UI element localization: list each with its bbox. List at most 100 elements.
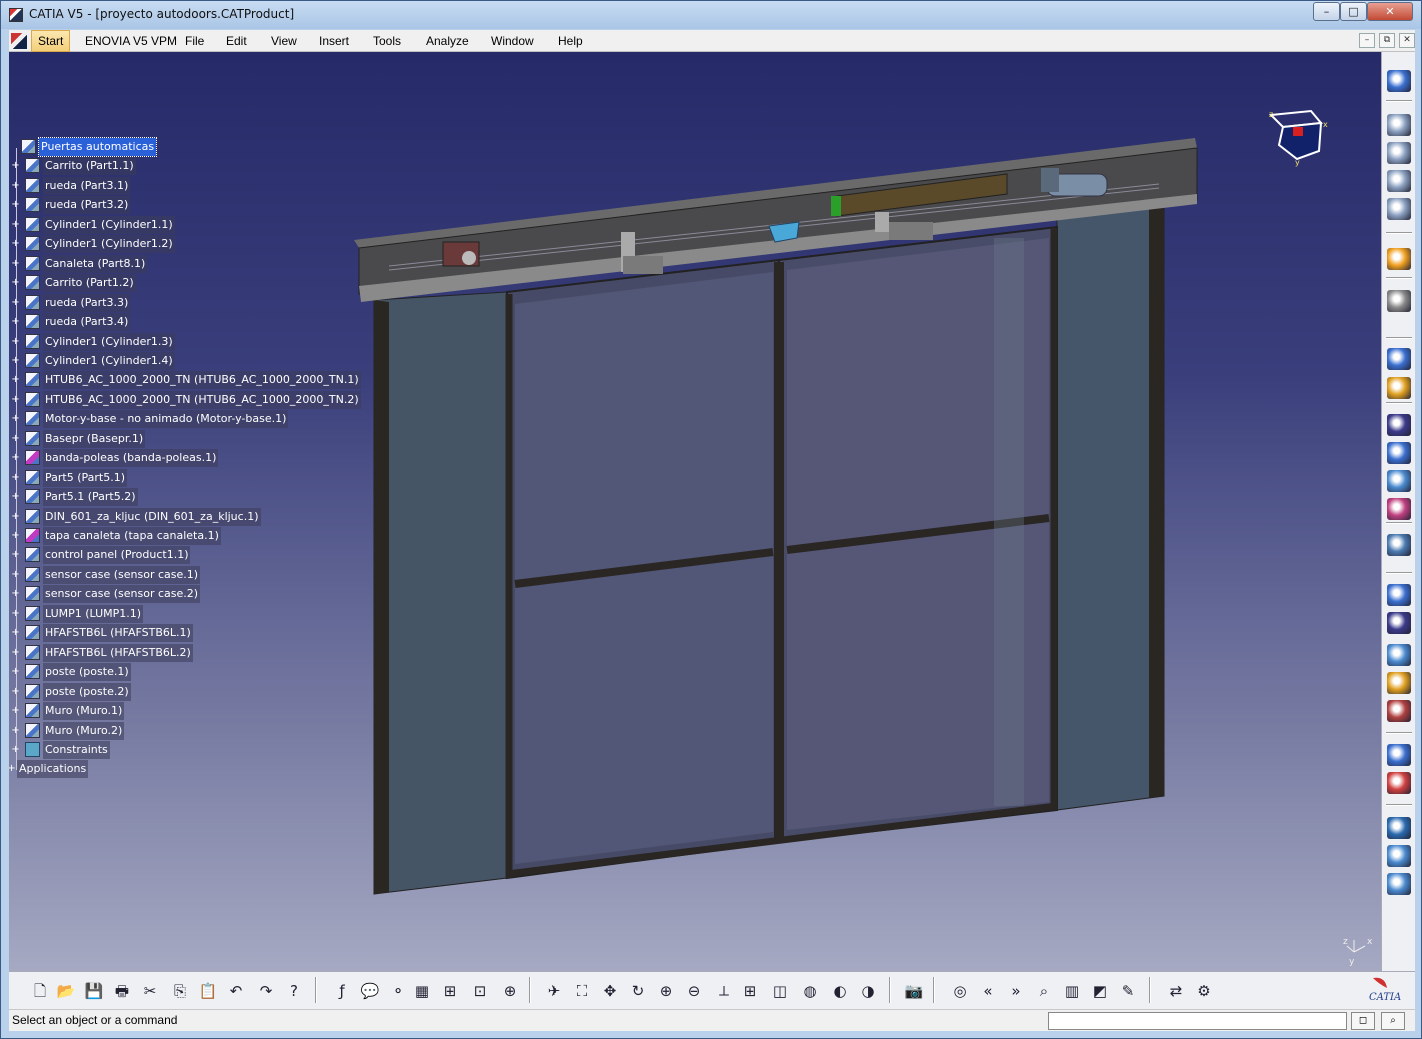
- select-icon[interactable]: [1387, 248, 1411, 270]
- search-icon[interactable]: ⌕: [1033, 980, 1055, 1002]
- compare-icon[interactable]: ⇄: [1165, 980, 1187, 1002]
- menu-view[interactable]: View: [265, 30, 303, 52]
- fly-mode-icon[interactable]: ✈: [543, 980, 565, 1002]
- expand-icon[interactable]: +: [11, 687, 20, 697]
- expand-icon[interactable]: +: [11, 745, 20, 755]
- render-icon[interactable]: ◩: [1089, 980, 1111, 1002]
- hide-show-icon[interactable]: ◐: [829, 980, 851, 1002]
- expand-icon[interactable]: +: [11, 628, 20, 638]
- next-icon[interactable]: »: [1005, 980, 1027, 1002]
- multi-view-icon[interactable]: ⊞: [739, 980, 761, 1002]
- mdi-close-button[interactable]: ✕: [1399, 33, 1415, 48]
- compass-widget[interactable]: z x y: [1261, 107, 1331, 167]
- offset-icon[interactable]: [1387, 498, 1411, 520]
- swap-visible-icon[interactable]: ◑: [857, 980, 879, 1002]
- expand-icon[interactable]: +: [11, 220, 20, 230]
- zoom-out-icon[interactable]: ⊖: [683, 980, 705, 1002]
- product-structure-icon[interactable]: ⊞: [439, 980, 461, 1002]
- new-icon[interactable]: 🗋: [29, 980, 51, 1002]
- expand-icon[interactable]: +: [11, 512, 20, 522]
- redo-icon[interactable]: ↷: [255, 980, 277, 1002]
- expand-icon[interactable]: +: [11, 589, 20, 599]
- maximize-button[interactable]: □: [1340, 2, 1367, 21]
- expand-icon[interactable]: +: [11, 414, 20, 424]
- expand-icon[interactable]: +: [11, 570, 20, 580]
- expand-icon[interactable]: +: [11, 181, 20, 191]
- measure-icon[interactable]: ⊕: [499, 980, 521, 1002]
- select-mode-icon[interactable]: [1387, 290, 1411, 312]
- menu-edit[interactable]: Edit: [220, 30, 253, 52]
- expand-icon[interactable]: +: [11, 356, 20, 366]
- new-product-icon[interactable]: [1387, 142, 1411, 164]
- catia-app-icon[interactable]: [9, 8, 23, 22]
- expand-icon[interactable]: +: [11, 239, 20, 249]
- clash-icon[interactable]: [1387, 612, 1411, 634]
- rotate-icon[interactable]: ↻: [627, 980, 649, 1002]
- expand-icon[interactable]: +: [11, 473, 20, 483]
- catalog-icon[interactable]: [1387, 845, 1411, 867]
- expand-icon[interactable]: +: [11, 395, 20, 405]
- menu-analyze[interactable]: Analyze: [420, 30, 475, 52]
- fit-all-icon[interactable]: ⛶: [571, 980, 593, 1002]
- expand-icon[interactable]: +: [11, 667, 20, 677]
- isometric-view-icon[interactable]: ◫: [769, 980, 791, 1002]
- mdi-minimize-button[interactable]: –: [1359, 33, 1375, 48]
- formula-icon[interactable]: ƒ: [331, 980, 353, 1002]
- existing-component-icon[interactable]: [1387, 198, 1411, 220]
- new-part-icon[interactable]: [1387, 170, 1411, 192]
- explode-icon[interactable]: [1387, 414, 1411, 436]
- compass-icon[interactable]: ◎: [949, 980, 971, 1002]
- expand-icon[interactable]: +: [11, 726, 20, 736]
- light-icon[interactable]: ⚬: [387, 980, 409, 1002]
- expand-icon[interactable]: +: [11, 492, 20, 502]
- shading-icon[interactable]: ◍: [799, 980, 821, 1002]
- scene-icon[interactable]: [1387, 817, 1411, 839]
- mdi-restore-button[interactable]: ⧉: [1379, 33, 1395, 48]
- cut-icon[interactable]: ✂: [139, 980, 161, 1002]
- command-input[interactable]: [1048, 1012, 1347, 1030]
- expand-icon[interactable]: +: [11, 706, 20, 716]
- knowledge-icon[interactable]: 💬: [359, 980, 381, 1002]
- expand-icon[interactable]: +: [11, 434, 20, 444]
- previous-icon[interactable]: «: [977, 980, 999, 1002]
- fly-icon[interactable]: [1387, 70, 1411, 92]
- 3d-viewport[interactable]: z x y z x y Puertas automaticas + Carrito …: [9, 52, 1381, 971]
- expand-icon[interactable]: +: [11, 161, 20, 171]
- undo-icon[interactable]: ↶: [225, 980, 247, 1002]
- tools-icon[interactable]: ⚙: [1193, 980, 1215, 1002]
- menu-help[interactable]: Help: [552, 30, 589, 52]
- camera-icon[interactable]: 📷: [903, 980, 925, 1002]
- new-component-icon[interactable]: [1387, 114, 1411, 136]
- sections-icon[interactable]: ▥: [1061, 980, 1083, 1002]
- expand-icon[interactable]: +: [9, 764, 16, 774]
- close-button[interactable]: ✕: [1367, 2, 1413, 21]
- expand-icon[interactable]: +: [11, 259, 20, 269]
- expand-icon[interactable]: +: [11, 531, 20, 541]
- pan-icon[interactable]: ✥: [599, 980, 621, 1002]
- manipulate-icon[interactable]: [1387, 377, 1411, 399]
- normal-view-icon[interactable]: ⟂: [713, 980, 735, 1002]
- expand-icon[interactable]: +: [11, 609, 20, 619]
- sequence-icon[interactable]: [1387, 744, 1411, 766]
- menu-window[interactable]: Window: [485, 30, 540, 52]
- save-icon[interactable]: 💾: [83, 980, 105, 1002]
- expand-icon[interactable]: +: [11, 278, 20, 288]
- open-icon[interactable]: 📂: [55, 980, 77, 1002]
- expand-icon[interactable]: +: [11, 648, 20, 658]
- expand-icon[interactable]: [9, 143, 16, 152]
- menu-tools[interactable]: Tools: [367, 30, 407, 52]
- expand-icon[interactable]: +: [11, 298, 20, 308]
- table-icon[interactable]: ▦: [411, 980, 433, 1002]
- command-search-icon[interactable]: ⌕: [1381, 1012, 1405, 1030]
- expand-icon[interactable]: +: [11, 550, 20, 560]
- check-icon[interactable]: [1387, 584, 1411, 606]
- manipulate-icon[interactable]: ✎: [1117, 980, 1139, 1002]
- minimize-button[interactable]: –: [1313, 2, 1340, 21]
- menu-start[interactable]: Start: [31, 30, 71, 52]
- publish-icon[interactable]: [1387, 772, 1411, 794]
- reconcile-icon[interactable]: [1387, 873, 1411, 895]
- snap-icon[interactable]: [1387, 348, 1411, 370]
- simulation-icon[interactable]: [1387, 644, 1411, 666]
- expand-icon[interactable]: +: [11, 317, 20, 327]
- zoom-in-icon[interactable]: ⊕: [655, 980, 677, 1002]
